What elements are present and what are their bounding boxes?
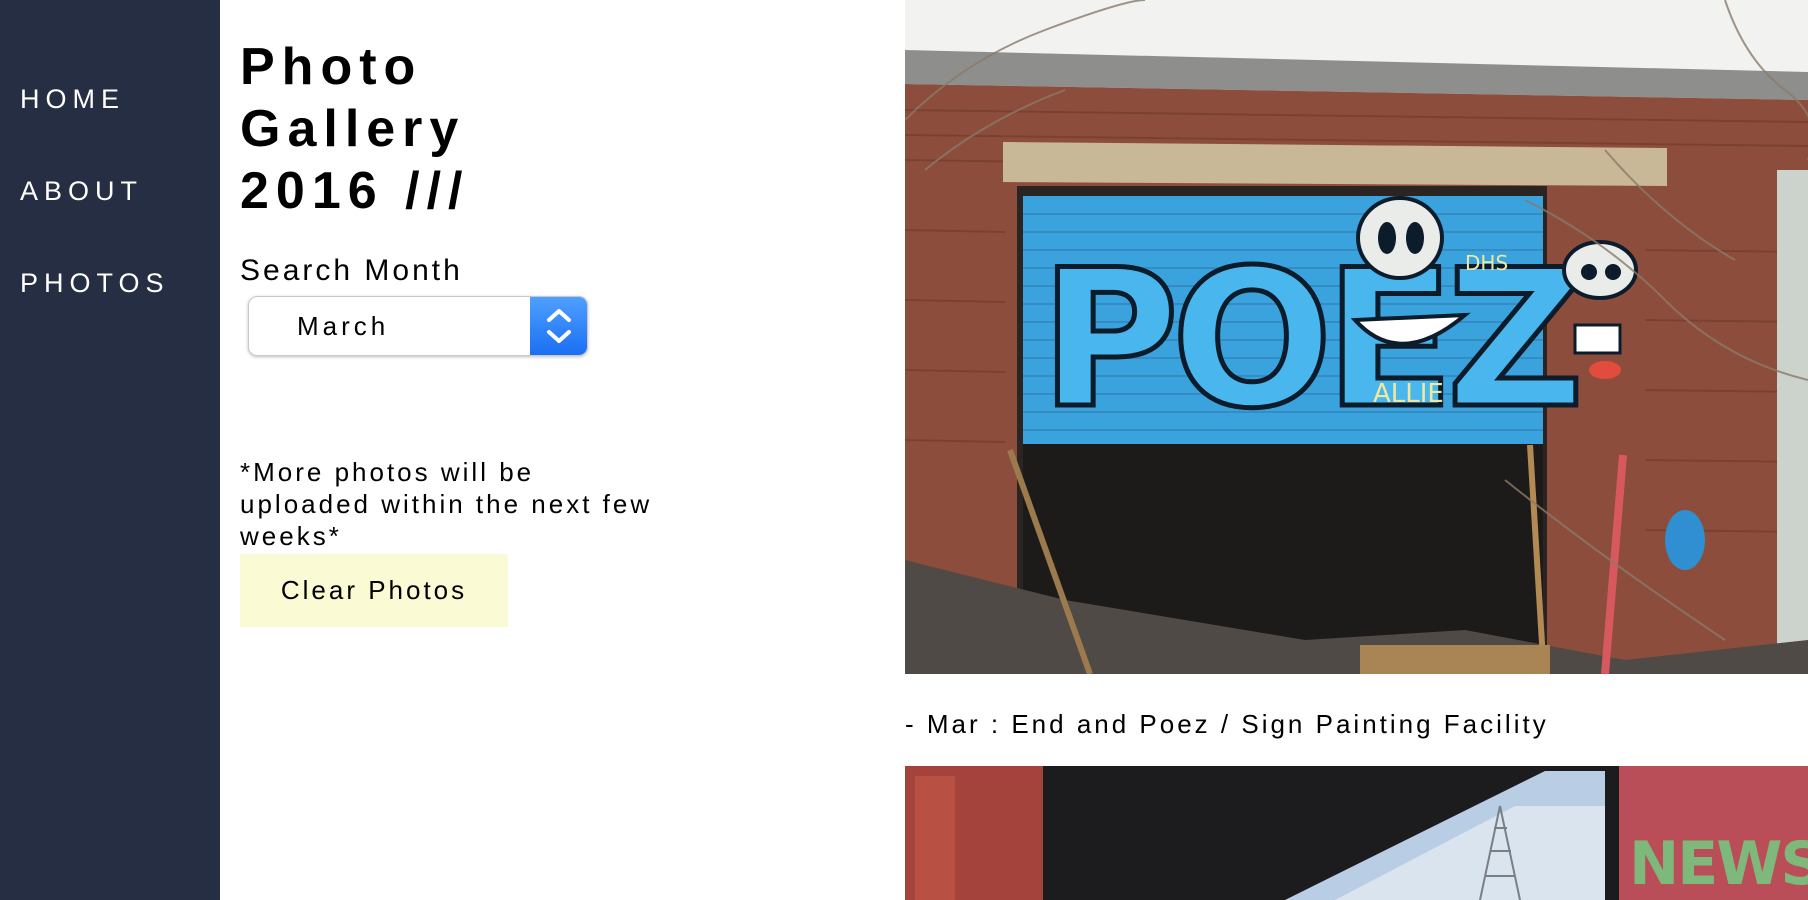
page-title-line: 2016 /// bbox=[240, 162, 470, 220]
clear-photos-button[interactable]: Clear Photos bbox=[240, 554, 508, 627]
nav-about-link[interactable]: ABOUT bbox=[20, 176, 143, 207]
app-root: HOME ABOUT PHOTOS Photo Gallery 2016 ///… bbox=[0, 0, 1808, 900]
page-title: Photo Gallery 2016 /// bbox=[240, 36, 680, 222]
bridge-graffiti-photo: NEWSE bbox=[905, 766, 1808, 900]
gallery-photo: POEZ ALLIE DHS bbox=[905, 0, 1808, 674]
svg-text:NEWSE: NEWSE bbox=[1629, 829, 1808, 899]
nav-home-link[interactable]: HOME bbox=[20, 84, 125, 115]
page-title-line: Gallery bbox=[240, 100, 466, 158]
photo-gallery: POEZ ALLIE DHS - Mar: End and Poez / Si… bbox=[905, 0, 1808, 900]
gallery-photo: NEWSE bbox=[905, 766, 1808, 900]
graffiti-garage-photo: POEZ ALLIE DHS bbox=[905, 0, 1808, 674]
select-arrows-icon bbox=[530, 297, 587, 355]
upload-note: *More photos will be uploaded within the… bbox=[240, 457, 653, 551]
svg-text:DHS: DHS bbox=[1465, 251, 1508, 275]
page-title-line: Photo bbox=[240, 38, 423, 96]
month-select[interactable]: March bbox=[248, 296, 588, 356]
sidebar: HOME ABOUT PHOTOS bbox=[0, 0, 220, 900]
photo-caption: - Mar : End and Poez / Sign Painting Fac… bbox=[905, 709, 1549, 739]
svg-text:ALLIE: ALLIE bbox=[1373, 379, 1444, 409]
search-month-label: Search Month bbox=[240, 254, 463, 287]
nav-photos-link[interactable]: PHOTOS bbox=[20, 268, 170, 299]
gallery-controls: Photo Gallery 2016 /// Search Month Marc… bbox=[240, 36, 680, 627]
month-select-value: March bbox=[297, 311, 390, 341]
